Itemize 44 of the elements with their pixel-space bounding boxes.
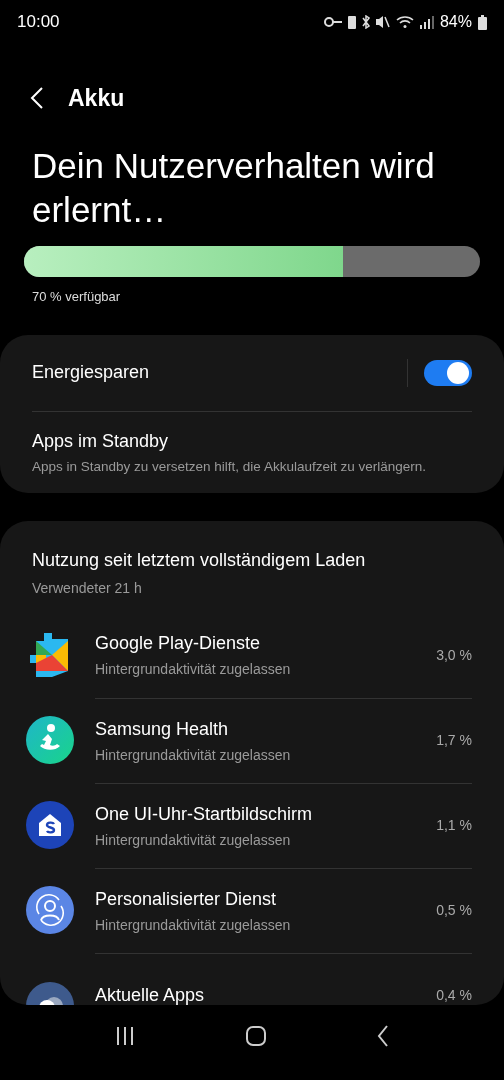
- page-title: Akku: [68, 83, 125, 113]
- usage-percent: 1,1 %: [436, 816, 472, 836]
- home-button[interactable]: [245, 1024, 267, 1047]
- person-icon: [26, 886, 74, 935]
- app-status: Hintergrundaktivität zugelassen: [95, 915, 292, 935]
- usage-subtitle: Verwendeter 21 h: [31, 578, 143, 598]
- usage-percent: 1,7 %: [436, 731, 472, 751]
- back-nav-button[interactable]: [377, 1024, 389, 1047]
- setting-label[interactable]: Apps im Standby: [32, 427, 472, 455]
- headline: Dein Nutzerverhalten wird erlernt…: [31, 145, 436, 231]
- app-status: Hintergrundaktivität zugelassen: [95, 745, 292, 765]
- app-name: Google Play-Dienste: [95, 632, 262, 656]
- app-status: Hintergrundaktivität zugelassen: [95, 830, 292, 850]
- toggle-switch[interactable]: [424, 359, 472, 386]
- mute-icon: [375, 16, 390, 28]
- runner-icon: [26, 716, 74, 765]
- usage-percent: 0,4 %: [436, 986, 472, 1005]
- setting-description: Apps in Standby zu versetzen hilft, die Akkulaufzeit zu verlängern.: [32, 457, 427, 476]
- app-name: Samsung Health: [95, 717, 230, 741]
- home-icon: [26, 801, 74, 850]
- app-row[interactable]: Aktuelle Apps 0,4 %: [0, 952, 504, 1005]
- key-icon: [323, 17, 342, 27]
- app-name: Aktuelle Apps: [95, 984, 206, 1005]
- recent-apps-button[interactable]: [115, 1025, 135, 1046]
- signal-icon: [419, 15, 434, 29]
- bluetooth-icon: [361, 15, 370, 29]
- wifi-icon: [395, 16, 414, 28]
- setting-label[interactable]: Energiesparen: [32, 359, 407, 386]
- app-status: Hintergrundaktivität zugelassen: [95, 660, 292, 680]
- app-row[interactable]: Google Play-Dienste Hintergrundaktivität zugelassen 3,0 %: [0, 612, 504, 698]
- back-button[interactable]: [30, 86, 44, 110]
- app-row[interactable]: One UI-Uhr-Startbildschirm Hintergrundaktivität zugelassen 1,1 %: [0, 782, 504, 868]
- battery-icon: [478, 14, 487, 30]
- app-name: One UI-Uhr-Startbildschirm: [95, 802, 314, 826]
- usage-percent: 3,0 %: [436, 645, 472, 665]
- usage-percent: 0,5 %: [436, 901, 472, 921]
- app-row[interactable]: Personalisierter Dienst Hintergrundaktivität zugelassen 0,5 %: [0, 867, 504, 953]
- clock: 10:00: [17, 11, 60, 34]
- app-name: Personalisierter Dienst: [95, 887, 278, 911]
- app-row[interactable]: Samsung Health Hintergrundaktivität zugelassen 1,7 %: [0, 697, 504, 783]
- battery-available: 70 % verfügbar: [31, 288, 122, 306]
- usage-title: Nutzung seit letztem vollständigem Laden: [31, 548, 367, 572]
- puzzle-icon: [30, 633, 70, 678]
- battery-percentage: 84%: [439, 12, 472, 32]
